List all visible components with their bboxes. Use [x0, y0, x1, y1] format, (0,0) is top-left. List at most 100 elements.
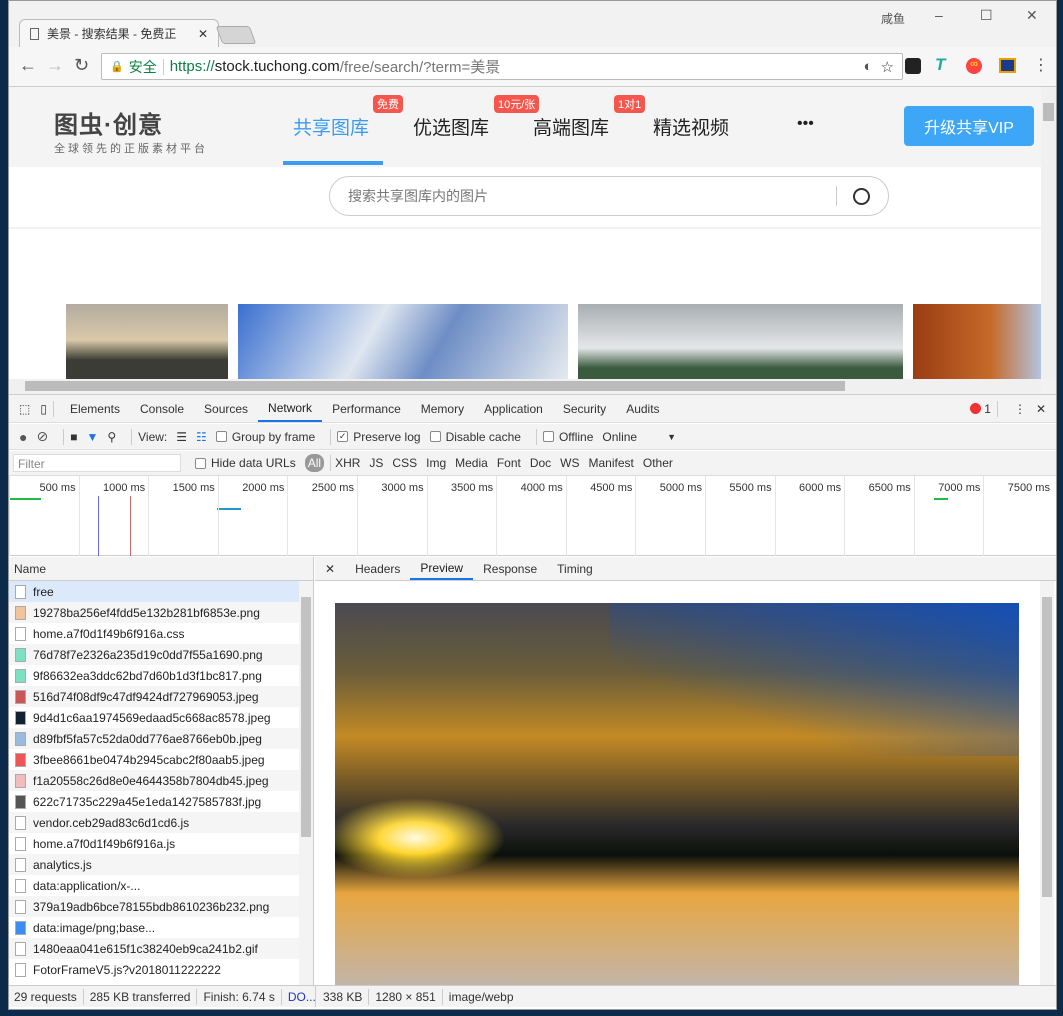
tab-application[interactable]: Application — [474, 395, 553, 422]
filter-input[interactable]: Filter — [13, 454, 181, 472]
request-row[interactable]: home.a7f0d1f49b6f916a.css — [9, 623, 299, 644]
page-vertical-scrollbar[interactable] — [1041, 87, 1056, 379]
filter-font[interactable]: Font — [497, 456, 521, 470]
close-window-icon[interactable]: ✕ — [1026, 7, 1038, 24]
request-row[interactable]: analytics.js — [9, 854, 299, 875]
name-column-header[interactable]: Name — [9, 557, 313, 581]
search-icon[interactable]: ⚲ — [107, 430, 116, 444]
request-row[interactable]: home.a7f0d1f49b6f916a.js — [9, 833, 299, 854]
filter-css[interactable]: CSS — [392, 456, 417, 470]
request-row[interactable]: 76d78f7e2326a235d19c0dd7f55a1690.png — [9, 644, 299, 665]
extension-infinity-icon[interactable]: ∞ — [966, 58, 982, 74]
address-bar[interactable]: 🔒 安全 https:// stock.tuchong.com /free/se… — [101, 53, 903, 80]
tab-timing[interactable]: Timing — [547, 557, 603, 580]
filter-manifest[interactable]: Manifest — [589, 456, 634, 470]
thumbnail-image[interactable] — [238, 304, 568, 379]
tab-preview[interactable]: Preview — [410, 557, 474, 580]
filter-xhr[interactable]: XHR — [335, 456, 360, 470]
request-row[interactable]: vendor.ceb29ad83c6d1cd6.js — [9, 812, 299, 833]
tab-network[interactable]: Network — [258, 395, 323, 422]
request-row[interactable]: d89fbf5fa57c52da0dd776ae8766eb0b.jpeg — [9, 728, 299, 749]
filter-ws[interactable]: WS — [560, 456, 579, 470]
tab-response[interactable]: Response — [473, 557, 547, 580]
maximize-icon[interactable]: ☐ — [980, 7, 993, 24]
browser-tab[interactable]: 美景 - 搜索结果 - 免费正 ✕ — [19, 19, 219, 47]
request-row[interactable]: 9f86632ea3ddc62bd7d60b1d3f1bc817.png — [9, 665, 299, 686]
request-row[interactable]: 19278ba256ef4fdd5e132b281bf6853e.png — [9, 602, 299, 623]
request-row[interactable]: FotorFrameV5.js?v2018011222222 — [9, 959, 299, 980]
filter-img[interactable]: Img — [426, 456, 446, 470]
tab-security[interactable]: Security — [553, 395, 616, 422]
more-icon[interactable]: ••• — [797, 115, 814, 133]
tab-memory[interactable]: Memory — [411, 395, 474, 422]
request-row[interactable]: 1480eaa041e615f1c38240eb9ca241b2.gif — [9, 938, 299, 959]
filter-other[interactable]: Other — [643, 456, 673, 470]
close-detail-icon[interactable]: ✕ — [315, 557, 345, 580]
request-row[interactable]: 516d74f08df9c47df9424df727969053.jpeg — [9, 686, 299, 707]
nav-highend-library[interactable]: 高端图库 — [533, 113, 609, 140]
forward-icon[interactable]: → — [46, 55, 64, 76]
upgrade-vip-button[interactable]: 升级共享VIP — [904, 106, 1034, 146]
menu-icon[interactable]: ⋮ — [1033, 55, 1049, 75]
nav-shared-library[interactable]: 共享图库 — [293, 113, 369, 140]
throttle-select[interactable]: Online ▼ — [602, 430, 676, 444]
request-row[interactable]: f1a20558c26d8e0e4644358b7804db45.jpeg — [9, 770, 299, 791]
blocked-icon[interactable]: ◐ — [863, 58, 872, 75]
device-toolbar-icon[interactable]: ▯ — [40, 402, 47, 416]
inspect-element-icon[interactable]: ⬚ — [19, 402, 30, 416]
request-row[interactable]: data:application/x-... — [9, 875, 299, 896]
thumbnail-image[interactable] — [66, 304, 228, 379]
preview-scrollbar[interactable] — [1040, 581, 1054, 985]
hide-data-urls-checkbox[interactable]: Hide data URLs — [195, 456, 296, 470]
thumbnail-image[interactable] — [578, 304, 903, 379]
request-row[interactable]: 3fbee8661be0474b2945cabc2f80aab5.jpeg — [9, 749, 299, 770]
preserve-log-checkbox[interactable]: ✓ Preserve log — [337, 430, 421, 444]
new-tab-button[interactable] — [215, 26, 257, 44]
group-by-frame-checkbox[interactable]: Group by frame — [215, 430, 315, 444]
screenshot-icon[interactable]: ■ — [70, 430, 77, 444]
back-icon[interactable]: ← — [19, 55, 37, 76]
large-rows-icon[interactable]: ☰ — [176, 430, 187, 444]
record-icon[interactable]: ● — [19, 429, 27, 445]
extension-icon[interactable] — [905, 58, 921, 74]
nav-videos[interactable]: 精选视频 — [653, 113, 729, 140]
search-icon[interactable] — [853, 187, 870, 205]
site-logo[interactable]: 图虫·创意 全球领先的正版素材平台 — [54, 105, 208, 156]
tab-headers[interactable]: Headers — [345, 557, 410, 580]
filter-media[interactable]: Media — [455, 456, 488, 470]
filter-all[interactable]: All — [304, 454, 325, 472]
tab-audits[interactable]: Audits — [616, 395, 669, 422]
tab-performance[interactable]: Performance — [322, 395, 411, 422]
request-row[interactable]: data:image/png;base... — [9, 917, 299, 938]
filter-icon[interactable]: ▼ — [86, 430, 98, 444]
clear-icon[interactable]: ⊘ — [36, 428, 48, 445]
filter-js[interactable]: JS — [369, 456, 383, 470]
offline-checkbox[interactable]: Offline — [542, 430, 593, 444]
search-box[interactable]: 搜索共享图库内的图片 — [329, 176, 889, 216]
request-row[interactable]: 379a19adb6bce78155bdb8610236b232.png — [9, 896, 299, 917]
tab-close-icon[interactable]: ✕ — [198, 27, 208, 41]
extension-camera-icon[interactable] — [999, 58, 1016, 73]
error-count[interactable]: 1 — [984, 402, 991, 416]
nav-premium-library[interactable]: 优选图库 — [413, 113, 489, 140]
tab-elements[interactable]: Elements — [60, 395, 130, 422]
bookmark-star-icon[interactable]: ☆ — [881, 58, 894, 76]
page-horizontal-scrollbar[interactable] — [9, 379, 1041, 393]
request-row[interactable]: free — [9, 581, 299, 602]
request-row[interactable]: 622c71735c229a45e1eda1427585783f.jpg — [9, 791, 299, 812]
minimize-icon[interactable]: – — [935, 7, 943, 23]
extension-t-icon[interactable]: T — [935, 55, 945, 75]
error-icon[interactable] — [970, 403, 982, 414]
tab-sources[interactable]: Sources — [194, 395, 258, 422]
request-row[interactable]: 9d4d1c6aa1974569edaad5c668ac8578.jpeg — [9, 707, 299, 728]
waterfall-icon[interactable]: ☷ — [196, 430, 207, 444]
network-timeline-overview[interactable]: 500 ms 1000 ms 1500 ms 2000 ms 2500 ms 3000 m… — [9, 476, 1056, 556]
tab-console[interactable]: Console — [130, 395, 194, 422]
thumbnail-image[interactable] — [913, 304, 1041, 379]
reload-icon[interactable]: ↻ — [74, 55, 89, 76]
filter-doc[interactable]: Doc — [530, 456, 551, 470]
request-list-scrollbar[interactable] — [299, 581, 313, 985]
devtools-close-icon[interactable]: ✕ — [1036, 402, 1046, 416]
devtools-menu-icon[interactable]: ⋮ — [1014, 402, 1026, 416]
disable-cache-checkbox[interactable]: Disable cache — [429, 430, 521, 444]
